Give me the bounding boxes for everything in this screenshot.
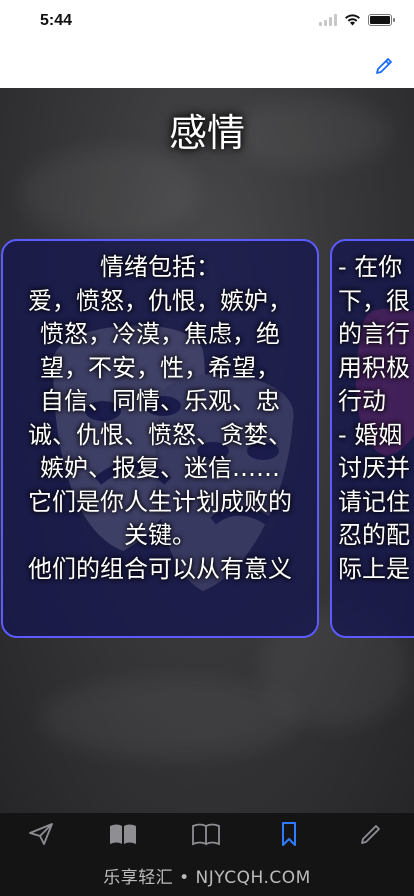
emotion-card[interactable]: 情绪包括： 爱，愤怒，仇恨，嫉妒， 愤怒，冷漠，焦虑，绝 望，不安，性，希望， … xyxy=(1,239,319,638)
bookmark-icon[interactable] xyxy=(274,821,304,847)
tab-bar: 乐享轻汇 • NJYCQH.COM xyxy=(0,813,414,896)
card-text: 情绪包括： 爱，愤怒，仇恨，嫉妒， 愤怒，冷漠，焦虑，绝 望，不安，性，希望， … xyxy=(28,253,292,583)
emotion-card-next[interactable]: - 在你 下，很 的言行 用积极 行动 - 婚姻 讨厌并 请记住 忍的配 际上是 xyxy=(330,239,414,638)
edit-pencil-icon[interactable] xyxy=(372,54,396,78)
book-filled-icon[interactable] xyxy=(108,821,138,847)
wifi-icon xyxy=(345,14,360,26)
pencil-icon[interactable] xyxy=(356,821,386,847)
status-bar: 5:44 xyxy=(0,0,414,44)
chalkboard-background: 感情 情绪包括： 爱，愤怒，仇恨，嫉妒， 愤怒，冷漠，焦虑，绝 望，不安，性，希… xyxy=(0,88,414,813)
watermark-text: 乐享轻汇 • NJYCQH.COM xyxy=(103,868,311,888)
send-icon[interactable] xyxy=(26,821,56,847)
status-icons xyxy=(319,13,395,26)
card-text: - 在你 下，很 的言行 用积极 行动 - 婚姻 讨厌并 请记住 忍的配 际上是 xyxy=(338,253,410,583)
status-time: 5:44 xyxy=(40,12,73,29)
nav-bar xyxy=(0,44,414,88)
book-open-icon[interactable] xyxy=(191,821,221,847)
battery-icon xyxy=(368,13,395,26)
page-title: 感情 xyxy=(168,111,245,155)
cellular-signal-icon xyxy=(319,13,337,26)
